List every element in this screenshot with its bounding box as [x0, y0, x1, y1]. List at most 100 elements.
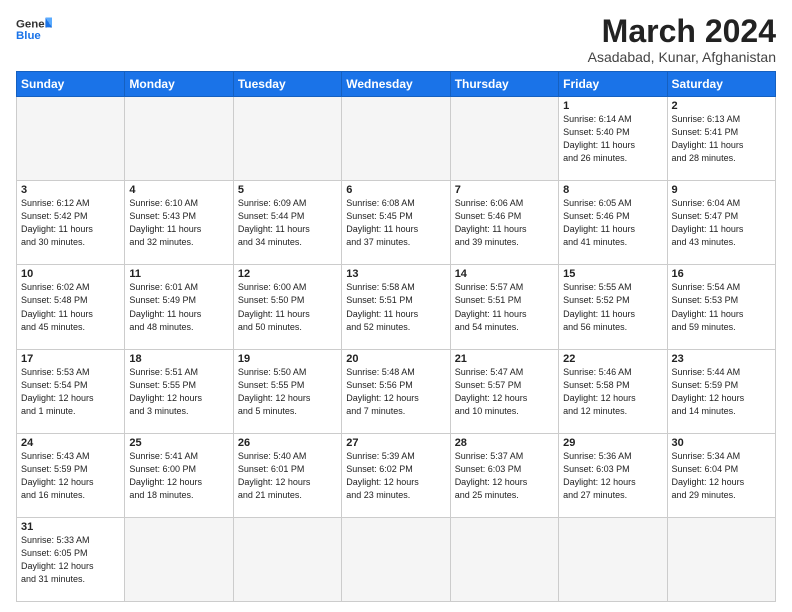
month-title: March 2024 — [588, 14, 776, 49]
weekday-header-row: SundayMondayTuesdayWednesdayThursdayFrid… — [17, 72, 776, 97]
svg-text:Blue: Blue — [16, 30, 41, 42]
day-number: 23 — [672, 353, 771, 365]
day-number: 8 — [563, 184, 662, 196]
calendar-day-cell — [233, 517, 341, 601]
day-number: 13 — [346, 268, 445, 280]
calendar-day-cell: 17Sunrise: 5:53 AM Sunset: 5:54 PM Dayli… — [17, 349, 125, 433]
day-number: 28 — [455, 437, 554, 449]
day-number: 20 — [346, 353, 445, 365]
title-block: March 2024 Asadabad, Kunar, Afghanistan — [588, 14, 776, 65]
calendar-day-cell — [17, 97, 125, 181]
day-info: Sunrise: 5:54 AM Sunset: 5:53 PM Dayligh… — [672, 281, 771, 333]
day-info: Sunrise: 6:05 AM Sunset: 5:46 PM Dayligh… — [563, 197, 662, 249]
day-number: 15 — [563, 268, 662, 280]
calendar-day-cell: 4Sunrise: 6:10 AM Sunset: 5:43 PM Daylig… — [125, 181, 233, 265]
day-info: Sunrise: 5:33 AM Sunset: 6:05 PM Dayligh… — [21, 534, 120, 586]
calendar-day-cell: 23Sunrise: 5:44 AM Sunset: 5:59 PM Dayli… — [667, 349, 775, 433]
weekday-header-thursday: Thursday — [450, 72, 558, 97]
logo: General Blue — [16, 14, 52, 44]
day-number: 24 — [21, 437, 120, 449]
day-number: 29 — [563, 437, 662, 449]
day-info: Sunrise: 6:09 AM Sunset: 5:44 PM Dayligh… — [238, 197, 337, 249]
day-info: Sunrise: 6:12 AM Sunset: 5:42 PM Dayligh… — [21, 197, 120, 249]
calendar-day-cell: 2Sunrise: 6:13 AM Sunset: 5:41 PM Daylig… — [667, 97, 775, 181]
weekday-header-tuesday: Tuesday — [233, 72, 341, 97]
day-number: 19 — [238, 353, 337, 365]
day-info: Sunrise: 5:53 AM Sunset: 5:54 PM Dayligh… — [21, 366, 120, 418]
day-info: Sunrise: 6:04 AM Sunset: 5:47 PM Dayligh… — [672, 197, 771, 249]
calendar-day-cell: 7Sunrise: 6:06 AM Sunset: 5:46 PM Daylig… — [450, 181, 558, 265]
header: General Blue March 2024 Asadabad, Kunar,… — [16, 14, 776, 65]
calendar-day-cell — [233, 97, 341, 181]
calendar-day-cell — [342, 97, 450, 181]
day-number: 4 — [129, 184, 228, 196]
day-info: Sunrise: 6:06 AM Sunset: 5:46 PM Dayligh… — [455, 197, 554, 249]
day-number: 11 — [129, 268, 228, 280]
calendar-day-cell: 12Sunrise: 6:00 AM Sunset: 5:50 PM Dayli… — [233, 265, 341, 349]
day-number: 10 — [21, 268, 120, 280]
day-info: Sunrise: 6:08 AM Sunset: 5:45 PM Dayligh… — [346, 197, 445, 249]
weekday-header-monday: Monday — [125, 72, 233, 97]
day-info: Sunrise: 5:41 AM Sunset: 6:00 PM Dayligh… — [129, 450, 228, 502]
day-number: 21 — [455, 353, 554, 365]
calendar-day-cell: 5Sunrise: 6:09 AM Sunset: 5:44 PM Daylig… — [233, 181, 341, 265]
calendar-week-row: 17Sunrise: 5:53 AM Sunset: 5:54 PM Dayli… — [17, 349, 776, 433]
day-info: Sunrise: 5:58 AM Sunset: 5:51 PM Dayligh… — [346, 281, 445, 333]
day-number: 17 — [21, 353, 120, 365]
day-info: Sunrise: 5:48 AM Sunset: 5:56 PM Dayligh… — [346, 366, 445, 418]
day-number: 2 — [672, 100, 771, 112]
day-number: 30 — [672, 437, 771, 449]
day-info: Sunrise: 6:00 AM Sunset: 5:50 PM Dayligh… — [238, 281, 337, 333]
day-info: Sunrise: 5:50 AM Sunset: 5:55 PM Dayligh… — [238, 366, 337, 418]
calendar-day-cell: 3Sunrise: 6:12 AM Sunset: 5:42 PM Daylig… — [17, 181, 125, 265]
calendar-day-cell: 25Sunrise: 5:41 AM Sunset: 6:00 PM Dayli… — [125, 433, 233, 517]
day-info: Sunrise: 6:02 AM Sunset: 5:48 PM Dayligh… — [21, 281, 120, 333]
calendar-day-cell: 31Sunrise: 5:33 AM Sunset: 6:05 PM Dayli… — [17, 517, 125, 601]
day-number: 14 — [455, 268, 554, 280]
calendar-week-row: 3Sunrise: 6:12 AM Sunset: 5:42 PM Daylig… — [17, 181, 776, 265]
day-info: Sunrise: 5:40 AM Sunset: 6:01 PM Dayligh… — [238, 450, 337, 502]
calendar-day-cell — [667, 517, 775, 601]
calendar-table: SundayMondayTuesdayWednesdayThursdayFrid… — [16, 71, 776, 602]
day-number: 16 — [672, 268, 771, 280]
calendar-day-cell: 6Sunrise: 6:08 AM Sunset: 5:45 PM Daylig… — [342, 181, 450, 265]
generalblue-logo-icon: General Blue — [16, 14, 52, 44]
day-number: 7 — [455, 184, 554, 196]
day-number: 25 — [129, 437, 228, 449]
location: Asadabad, Kunar, Afghanistan — [588, 49, 776, 65]
calendar-day-cell — [125, 97, 233, 181]
day-info: Sunrise: 5:34 AM Sunset: 6:04 PM Dayligh… — [672, 450, 771, 502]
calendar-day-cell: 21Sunrise: 5:47 AM Sunset: 5:57 PM Dayli… — [450, 349, 558, 433]
day-info: Sunrise: 6:14 AM Sunset: 5:40 PM Dayligh… — [563, 113, 662, 165]
calendar-day-cell: 13Sunrise: 5:58 AM Sunset: 5:51 PM Dayli… — [342, 265, 450, 349]
weekday-header-saturday: Saturday — [667, 72, 775, 97]
day-number: 5 — [238, 184, 337, 196]
calendar-day-cell: 27Sunrise: 5:39 AM Sunset: 6:02 PM Dayli… — [342, 433, 450, 517]
day-info: Sunrise: 5:51 AM Sunset: 5:55 PM Dayligh… — [129, 366, 228, 418]
day-number: 18 — [129, 353, 228, 365]
page: General Blue March 2024 Asadabad, Kunar,… — [0, 0, 792, 612]
day-number: 26 — [238, 437, 337, 449]
calendar-week-row: 31Sunrise: 5:33 AM Sunset: 6:05 PM Dayli… — [17, 517, 776, 601]
day-number: 1 — [563, 100, 662, 112]
day-info: Sunrise: 6:01 AM Sunset: 5:49 PM Dayligh… — [129, 281, 228, 333]
day-info: Sunrise: 5:36 AM Sunset: 6:03 PM Dayligh… — [563, 450, 662, 502]
day-info: Sunrise: 6:10 AM Sunset: 5:43 PM Dayligh… — [129, 197, 228, 249]
day-number: 9 — [672, 184, 771, 196]
calendar-day-cell: 28Sunrise: 5:37 AM Sunset: 6:03 PM Dayli… — [450, 433, 558, 517]
day-info: Sunrise: 6:13 AM Sunset: 5:41 PM Dayligh… — [672, 113, 771, 165]
day-info: Sunrise: 5:37 AM Sunset: 6:03 PM Dayligh… — [455, 450, 554, 502]
calendar-day-cell: 22Sunrise: 5:46 AM Sunset: 5:58 PM Dayli… — [559, 349, 667, 433]
calendar-day-cell — [125, 517, 233, 601]
calendar-day-cell: 26Sunrise: 5:40 AM Sunset: 6:01 PM Dayli… — [233, 433, 341, 517]
day-number: 31 — [21, 521, 120, 533]
calendar-day-cell — [559, 517, 667, 601]
day-number: 22 — [563, 353, 662, 365]
day-info: Sunrise: 5:44 AM Sunset: 5:59 PM Dayligh… — [672, 366, 771, 418]
calendar-day-cell: 11Sunrise: 6:01 AM Sunset: 5:49 PM Dayli… — [125, 265, 233, 349]
day-info: Sunrise: 5:47 AM Sunset: 5:57 PM Dayligh… — [455, 366, 554, 418]
day-info: Sunrise: 5:43 AM Sunset: 5:59 PM Dayligh… — [21, 450, 120, 502]
calendar-day-cell: 20Sunrise: 5:48 AM Sunset: 5:56 PM Dayli… — [342, 349, 450, 433]
weekday-header-wednesday: Wednesday — [342, 72, 450, 97]
calendar-day-cell — [450, 97, 558, 181]
